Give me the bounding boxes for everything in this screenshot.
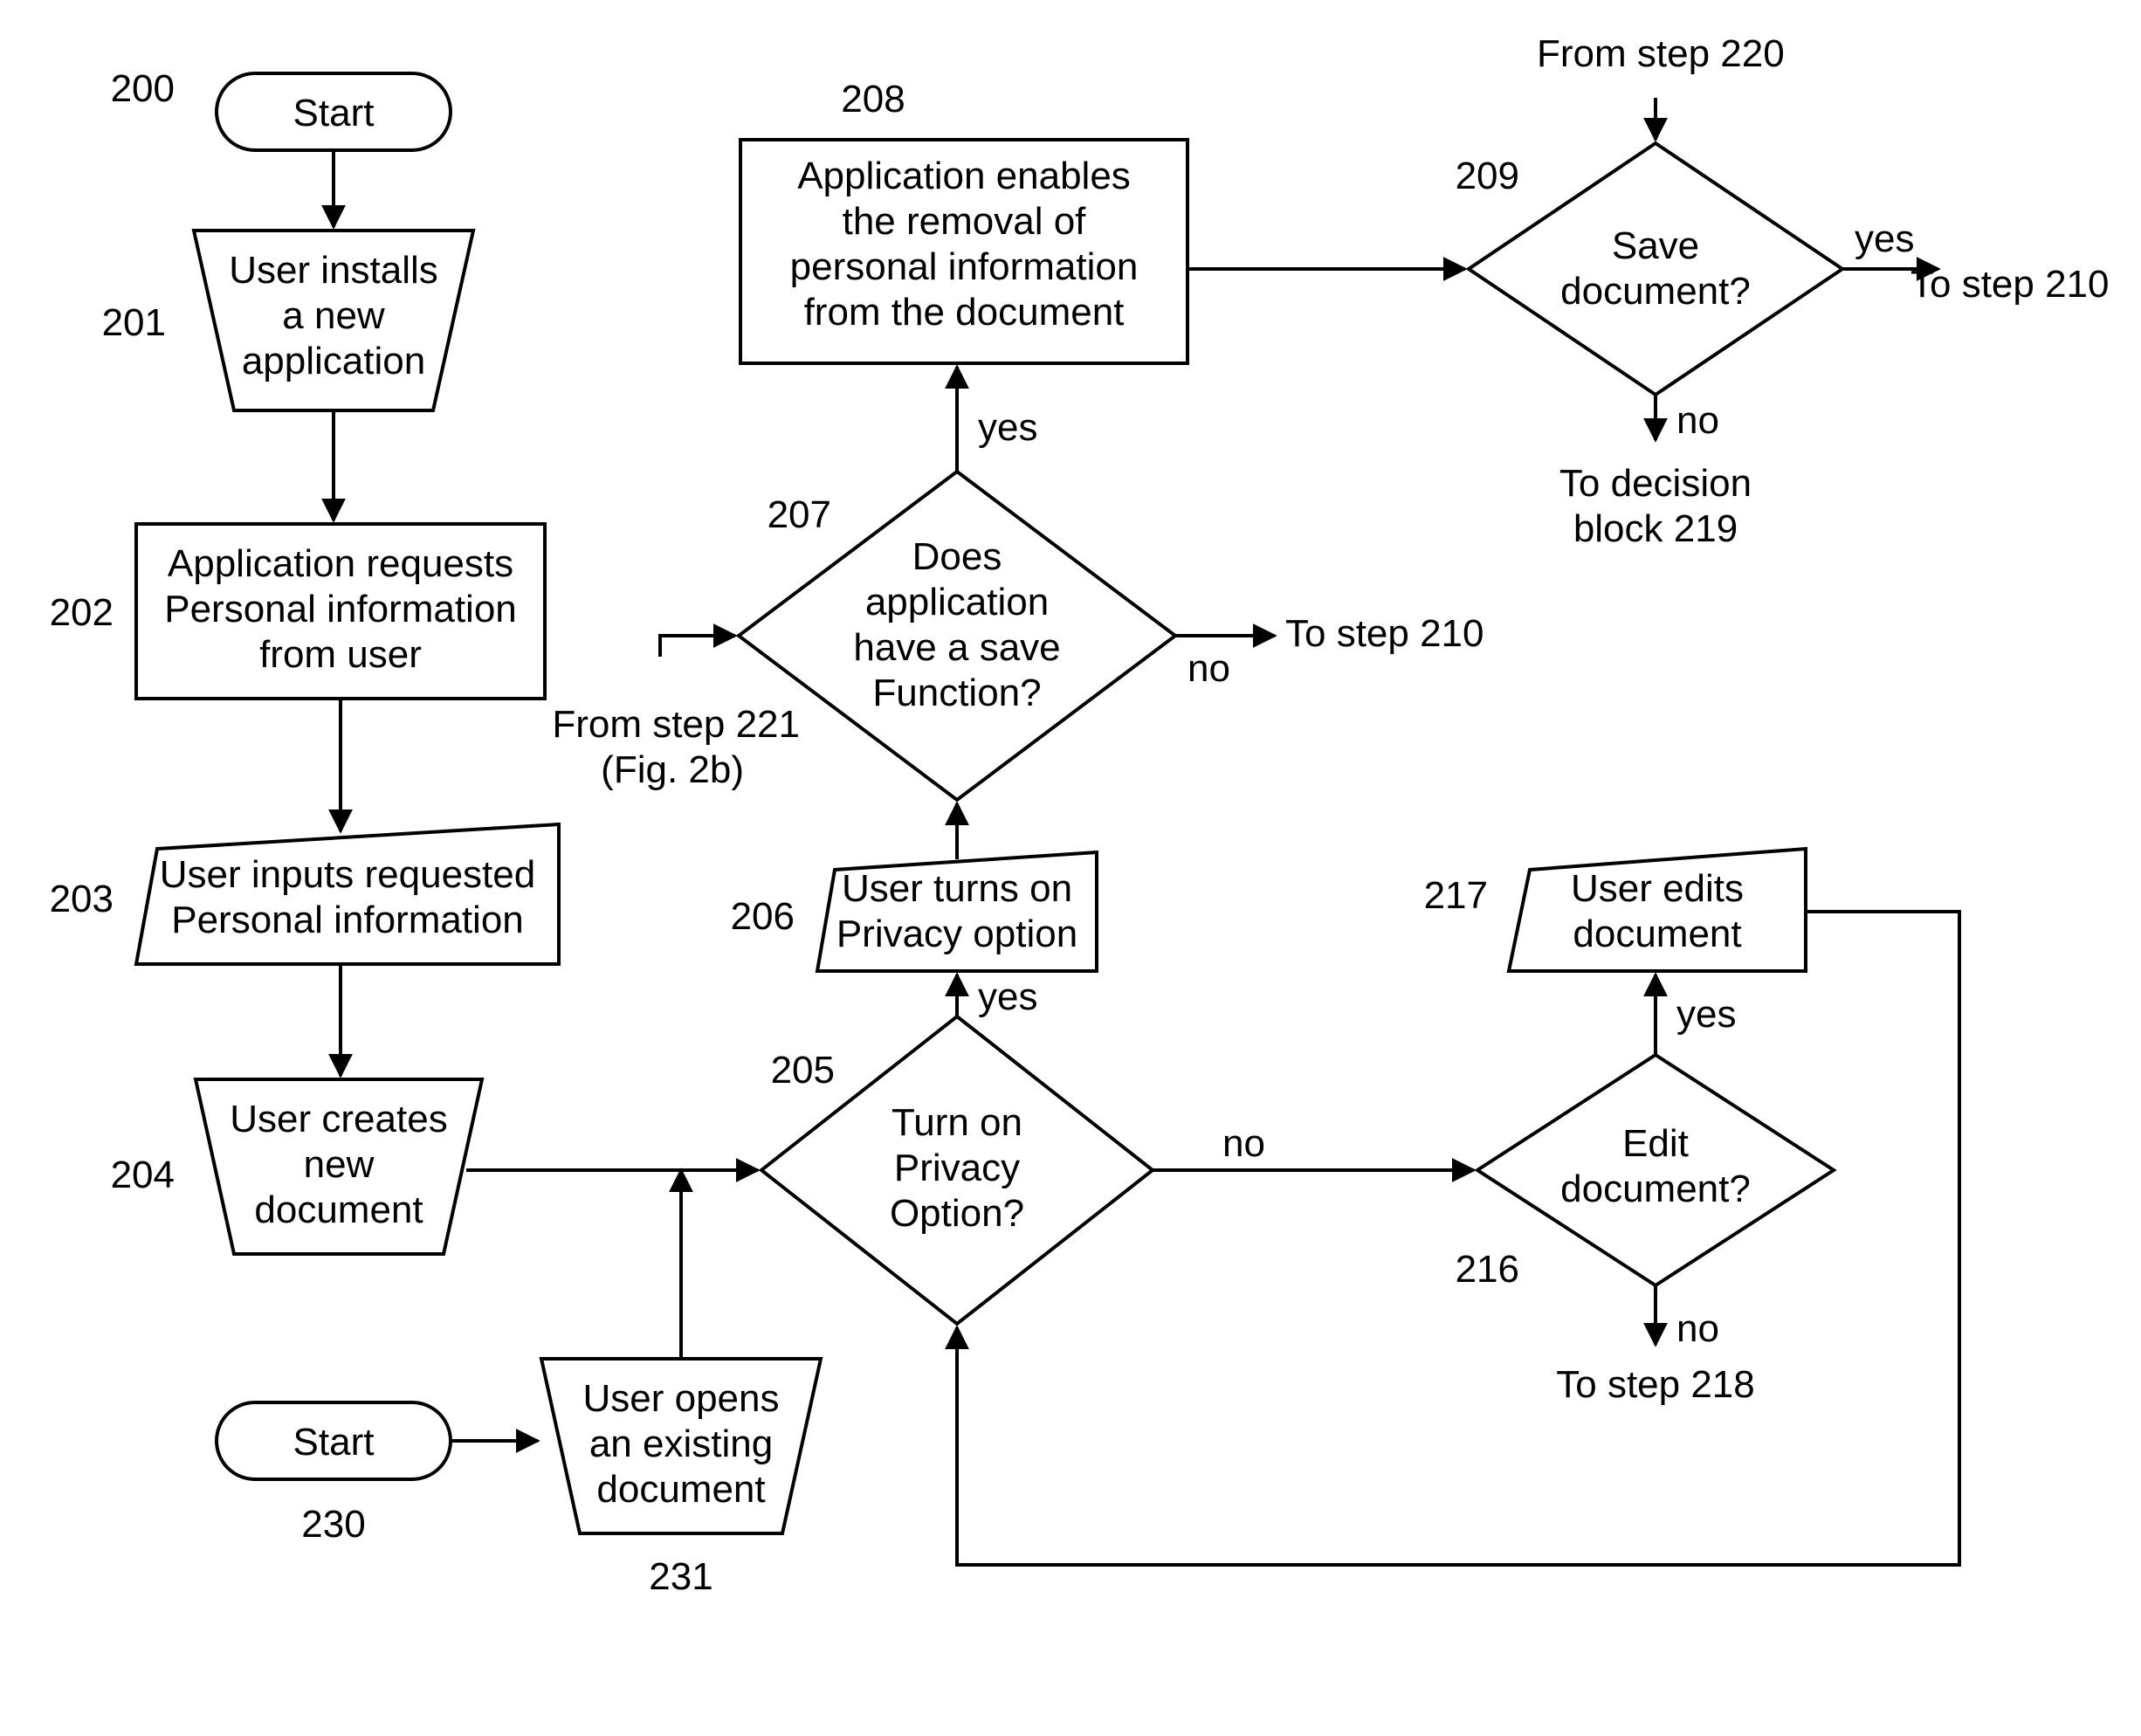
num-216: 216 xyxy=(1456,1248,1519,1291)
terminator-start-230: Start 230 xyxy=(217,1402,451,1546)
svg-text:Application enables: Application enables xyxy=(797,155,1131,197)
svg-text:User inputs requested: User inputs requested xyxy=(160,853,535,896)
label-207-yes: yes xyxy=(978,406,1037,449)
label-205-no: no xyxy=(1222,1122,1265,1165)
svg-text:application: application xyxy=(242,340,425,382)
label-216-no: no xyxy=(1676,1307,1719,1350)
svg-text:from the document: from the document xyxy=(804,291,1125,334)
num-208: 208 xyxy=(841,78,905,121)
svg-text:User turns on: User turns on xyxy=(842,867,1072,910)
data-206: User turns on Privacy option 206 xyxy=(731,852,1097,971)
decision-216: Edit document? 216 xyxy=(1456,1055,1834,1291)
svg-text:User installs: User installs xyxy=(229,249,438,292)
label-207-no: no xyxy=(1188,647,1230,690)
svg-text:document?: document? xyxy=(1560,1168,1751,1210)
svg-text:new: new xyxy=(304,1143,375,1186)
svg-text:application: application xyxy=(865,581,1049,623)
num-201: 201 xyxy=(102,301,166,344)
svg-text:document?: document? xyxy=(1560,270,1751,313)
svg-text:personal information: personal information xyxy=(790,245,1139,288)
svg-text:Function?: Function? xyxy=(872,672,1041,714)
manual-input-231: User opens an existing document 231 xyxy=(541,1359,821,1598)
num-205: 205 xyxy=(771,1049,835,1092)
svg-text:User edits: User edits xyxy=(1571,867,1744,910)
edge-from221 xyxy=(660,636,735,657)
decision-207: Does application have a save Function? 2… xyxy=(739,472,1175,800)
num-209: 209 xyxy=(1456,155,1519,197)
process-208: Application enables the removal of perso… xyxy=(740,78,1188,363)
svg-text:User creates: User creates xyxy=(230,1098,447,1140)
svg-text:Personal information: Personal information xyxy=(171,899,524,941)
num-217: 217 xyxy=(1424,874,1488,917)
start-200-num: 200 xyxy=(111,67,175,110)
label-205-yes: yes xyxy=(978,975,1037,1018)
process-202: Application requests Personal informatio… xyxy=(50,524,545,699)
terminator-start-200: Start 200 xyxy=(111,67,451,150)
manual-input-201: User installs a new application 201 xyxy=(102,231,473,410)
decision-209: Save document? 209 xyxy=(1456,143,1842,395)
svg-text:an existing: an existing xyxy=(589,1423,773,1465)
svg-text:Turn on: Turn on xyxy=(892,1101,1022,1144)
svg-text:Privacy: Privacy xyxy=(894,1147,1020,1189)
data-203: User inputs requested Personal informati… xyxy=(50,824,559,964)
label-209-no: no xyxy=(1676,399,1719,442)
num-203: 203 xyxy=(50,878,114,920)
num-204: 204 xyxy=(111,1154,175,1196)
svg-text:Save: Save xyxy=(1612,224,1699,267)
svg-text:Does: Does xyxy=(912,535,1002,578)
start-200-label: Start xyxy=(293,92,375,134)
decision-205: Turn on Privacy Option? 205 xyxy=(761,1016,1153,1324)
label-from221-2: (Fig. 2b) xyxy=(601,748,744,791)
svg-text:from user: from user xyxy=(259,633,422,676)
svg-text:User opens: User opens xyxy=(582,1377,779,1420)
data-217: User edits document 217 xyxy=(1424,849,1806,971)
svg-text:Privacy option: Privacy option xyxy=(836,913,1077,955)
svg-text:document: document xyxy=(1573,913,1741,955)
svg-text:Option?: Option? xyxy=(890,1192,1024,1235)
svg-text:document: document xyxy=(254,1188,423,1231)
label-to219-1: To decision xyxy=(1559,462,1752,505)
num-207: 207 xyxy=(768,493,831,536)
svg-text:Application requests: Application requests xyxy=(168,542,513,585)
label-209-yes: yes xyxy=(1855,217,1914,260)
label-to218: To step 218 xyxy=(1556,1363,1755,1406)
num-230: 230 xyxy=(301,1503,365,1546)
label-from221-1: From step 221 xyxy=(552,703,800,746)
label-to219-2: block 219 xyxy=(1573,507,1738,550)
svg-text:the removal of: the removal of xyxy=(843,200,1087,243)
svg-text:Edit: Edit xyxy=(1622,1122,1689,1165)
label-to210b: To step 210 xyxy=(1285,612,1484,655)
edge-217-loop xyxy=(957,912,1959,1565)
label-216-yes: yes xyxy=(1676,993,1736,1036)
num-231: 231 xyxy=(649,1555,713,1598)
start-230-label: Start xyxy=(293,1421,375,1464)
manual-input-204: User creates new document 204 xyxy=(111,1079,482,1254)
svg-text:document: document xyxy=(596,1468,765,1511)
num-202: 202 xyxy=(50,591,114,634)
svg-text:Personal information: Personal information xyxy=(164,588,517,630)
flowchart-canvas: Start 200 User installs a new applicatio… xyxy=(0,0,2141,1736)
label-from220: From step 220 xyxy=(1537,32,1785,75)
svg-text:a new: a new xyxy=(282,294,385,337)
label-to210a: To step 210 xyxy=(1910,263,2110,306)
svg-text:have a save: have a save xyxy=(853,626,1060,669)
num-206: 206 xyxy=(731,895,795,938)
